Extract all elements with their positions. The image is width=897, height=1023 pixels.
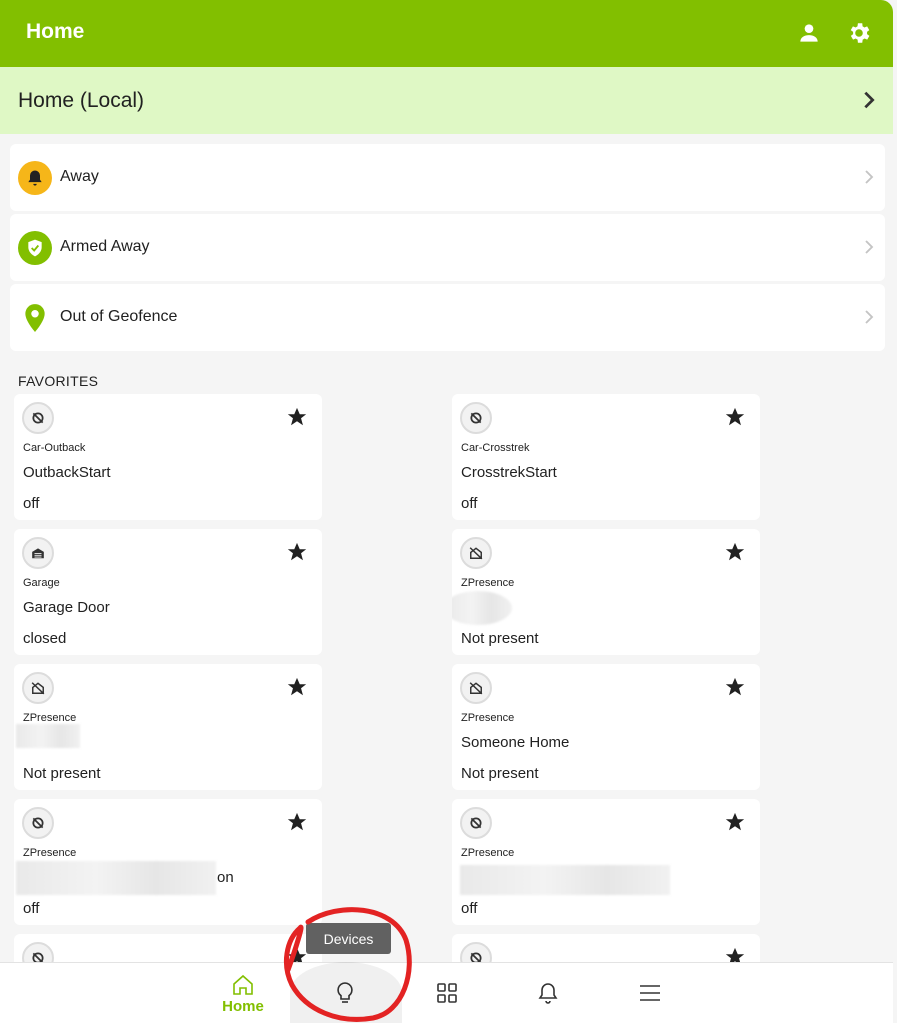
tile-state: closed xyxy=(23,630,67,647)
location-selector[interactable]: Home (Local) xyxy=(0,67,893,134)
tile-room: ZPresence xyxy=(23,712,77,724)
tile-room: ZPresence xyxy=(461,847,515,859)
tile-name: Garage Door xyxy=(23,599,110,616)
favorite-tile[interactable]: ZPresence Not present xyxy=(452,529,760,655)
menu-icon xyxy=(640,985,660,1001)
tile-room: ZPresence xyxy=(461,712,515,724)
star-icon[interactable] xyxy=(724,811,746,833)
favorite-tile[interactable]: ZPresence Someone Home Not present xyxy=(452,664,760,790)
redacted-name xyxy=(16,724,80,748)
tile-state: off xyxy=(23,900,40,917)
garage-icon xyxy=(22,537,54,569)
star-icon[interactable] xyxy=(724,406,746,428)
touch-ripple xyxy=(290,962,402,1023)
tile-room: Garage xyxy=(23,577,60,589)
star-icon[interactable] xyxy=(724,676,746,698)
nav-dashboards[interactable] xyxy=(407,963,487,1023)
power-off-icon xyxy=(22,807,54,839)
tile-state: off xyxy=(461,495,478,512)
home-off-icon xyxy=(22,672,54,704)
home-icon xyxy=(233,974,253,995)
bottom-navigation: Home xyxy=(0,962,893,1023)
tile-state: Not present xyxy=(461,765,539,782)
geofence-card[interactable]: Out of Geofence xyxy=(10,284,885,351)
chevron-right-icon xyxy=(865,170,874,184)
map-pin-icon xyxy=(18,301,52,335)
favorite-tile[interactable]: Garage Garage Door closed xyxy=(14,529,322,655)
mode-label: Away xyxy=(60,168,99,185)
power-off-icon xyxy=(460,402,492,434)
chevron-right-icon xyxy=(865,240,874,254)
devices-tooltip: Devices xyxy=(306,923,391,954)
tile-room: Car-Crosstrek xyxy=(461,442,530,454)
star-icon[interactable] xyxy=(286,406,308,428)
favorites-heading: FAVORITES xyxy=(18,373,99,389)
location-title: Home (Local) xyxy=(18,89,145,112)
gear-icon[interactable] xyxy=(846,20,872,46)
tile-name: Someone Home xyxy=(461,734,570,751)
star-icon[interactable] xyxy=(286,676,308,698)
tile-state: off xyxy=(461,900,478,917)
tile-name: on xyxy=(217,869,234,886)
tile-state: Not present xyxy=(461,630,539,647)
tile-state: Not present xyxy=(23,765,101,782)
bell-icon xyxy=(18,161,52,195)
nav-notifications[interactable] xyxy=(508,963,588,1023)
nav-home-label: Home xyxy=(222,998,264,1015)
redacted-name xyxy=(452,591,512,625)
tile-room: ZPresence xyxy=(23,847,77,859)
tile-name: CrosstrekStart xyxy=(461,464,557,481)
nav-menu[interactable] xyxy=(610,963,690,1023)
favorite-tile[interactable]: Car-Outback OutbackStart off xyxy=(14,394,322,520)
mode-card[interactable]: Away xyxy=(10,144,885,211)
power-off-icon xyxy=(22,402,54,434)
app-bar: Home xyxy=(0,0,893,67)
home-off-icon xyxy=(460,672,492,704)
tile-room: ZPresence xyxy=(461,577,515,589)
redacted-name xyxy=(460,865,670,895)
security-label: Armed Away xyxy=(60,238,150,255)
redacted-name xyxy=(16,861,216,895)
favorite-tile[interactable]: ZPresence off xyxy=(452,799,760,925)
power-off-icon xyxy=(460,807,492,839)
security-card[interactable]: Armed Away xyxy=(10,214,885,281)
star-icon[interactable] xyxy=(286,811,308,833)
home-off-icon xyxy=(460,537,492,569)
shield-check-icon xyxy=(18,231,52,265)
star-icon[interactable] xyxy=(724,541,746,563)
app-title: Home xyxy=(26,20,85,43)
nav-home[interactable]: Home xyxy=(203,963,283,1023)
favorite-tile[interactable]: ZPresence Not present xyxy=(14,664,322,790)
chevron-right-icon xyxy=(864,91,875,109)
bell-icon xyxy=(538,983,558,1004)
favorite-tile[interactable]: Car-Crosstrek CrosstrekStart off xyxy=(452,394,760,520)
account-icon[interactable] xyxy=(796,20,822,46)
tile-room: Car-Outback xyxy=(23,442,86,454)
star-icon[interactable] xyxy=(286,541,308,563)
chevron-right-icon xyxy=(865,310,874,324)
tile-state: off xyxy=(23,495,40,512)
tile-name: OutbackStart xyxy=(23,464,111,481)
dashboard-grid-icon xyxy=(437,983,457,1003)
geofence-label: Out of Geofence xyxy=(60,308,178,325)
favorite-tile[interactable]: ZPresence on off xyxy=(14,799,322,925)
